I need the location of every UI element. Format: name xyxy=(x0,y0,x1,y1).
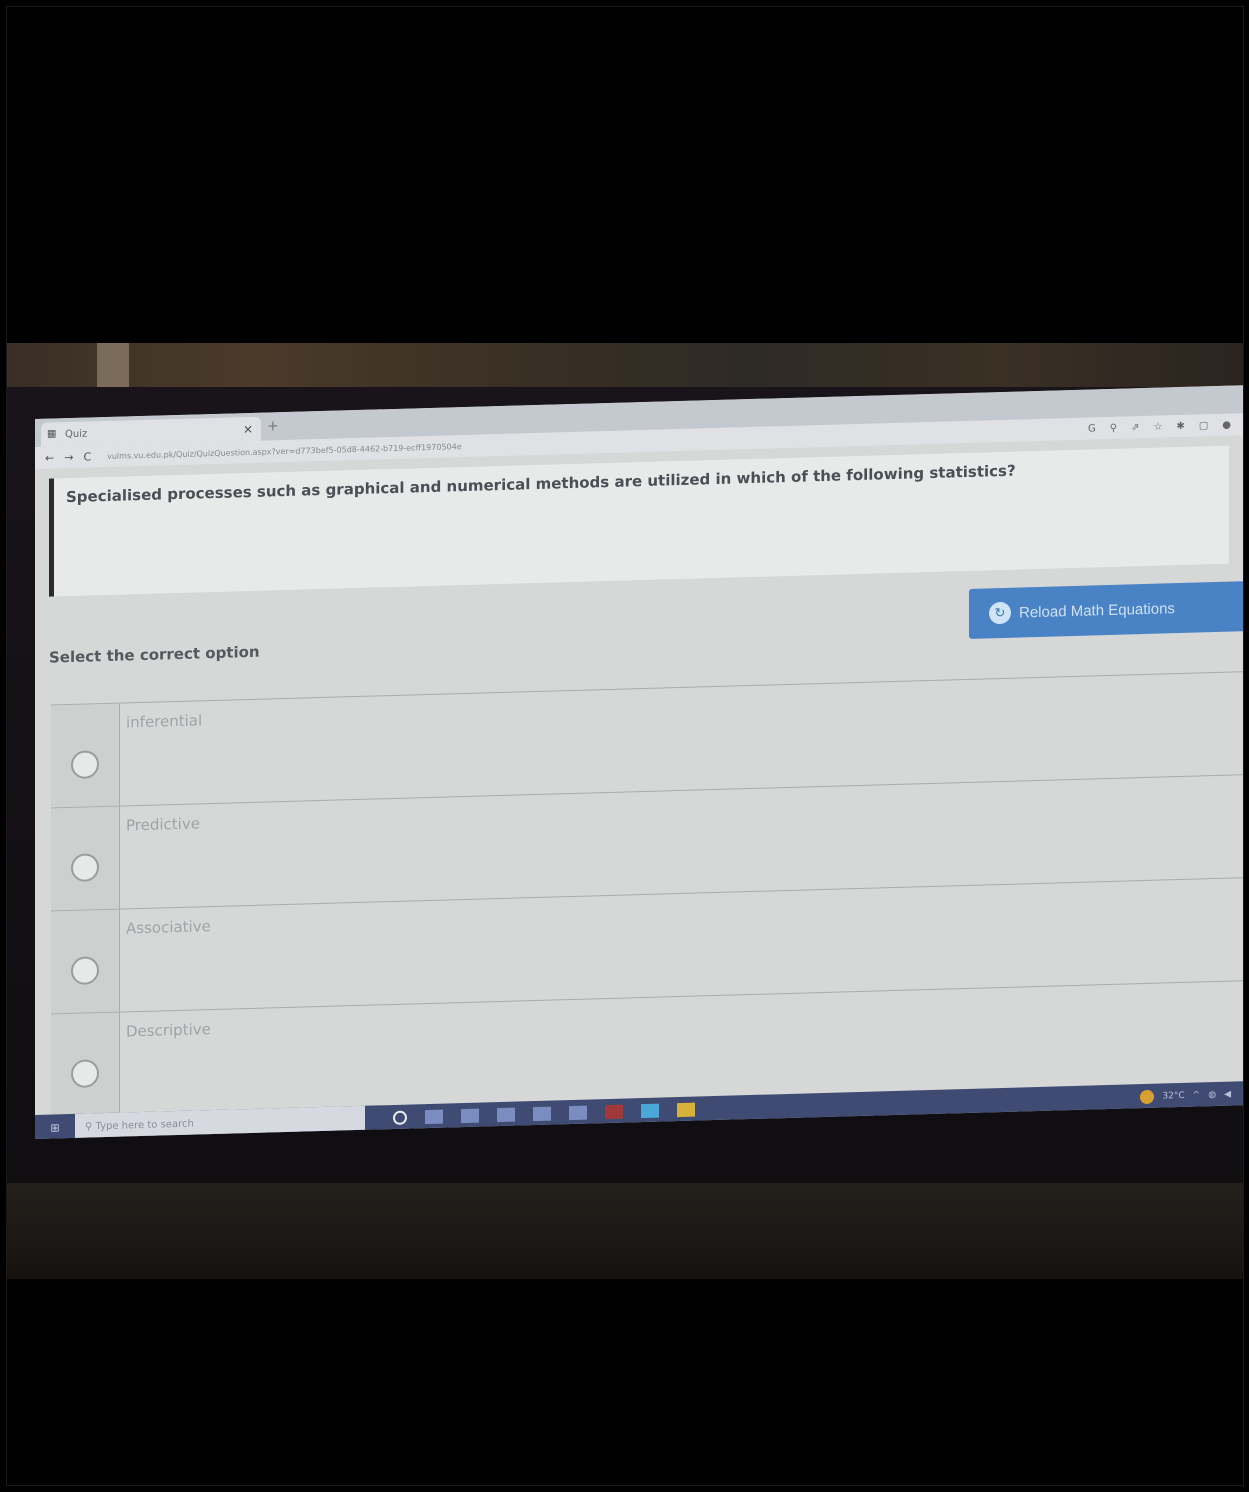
calculator-icon[interactable] xyxy=(569,1105,587,1121)
app-icon[interactable] xyxy=(605,1104,623,1120)
back-button[interactable]: ← xyxy=(45,451,54,464)
windows-start-icon[interactable]: ⊞ xyxy=(35,1114,75,1139)
tab-title: Quiz xyxy=(65,428,88,440)
desk-surface xyxy=(7,1183,1243,1279)
profile-icon[interactable]: ● xyxy=(1222,419,1231,430)
option-label: Associative xyxy=(126,917,211,938)
cortana-icon[interactable] xyxy=(393,1110,407,1126)
tray-chevron-icon[interactable]: ^ xyxy=(1193,1090,1201,1100)
google-icon[interactable]: G xyxy=(1088,423,1096,434)
zoom-icon[interactable]: ⚲ xyxy=(1110,422,1117,433)
extensions-icon[interactable]: ✱ xyxy=(1176,420,1184,431)
search-placeholder: Type here to search xyxy=(95,1118,194,1132)
screen-photo: ▦ Quiz × + ← → C vulms.vu.edu.pk/Quiz/Qu… xyxy=(7,343,1243,1279)
background-wall xyxy=(7,343,1243,387)
app-icon[interactable] xyxy=(641,1103,659,1119)
option-label: Descriptive xyxy=(126,1020,211,1041)
option-radio-cell[interactable] xyxy=(51,909,120,1014)
close-tab-icon[interactable]: × xyxy=(243,422,253,436)
option-radio[interactable] xyxy=(71,750,99,779)
url-field[interactable]: vulms.vu.edu.pk/Quiz/QuizQuestion.aspx?v… xyxy=(107,442,462,461)
sidepanel-icon[interactable]: ▢ xyxy=(1199,420,1208,431)
option-radio-cell[interactable] xyxy=(51,703,120,808)
forward-button[interactable]: → xyxy=(64,450,73,463)
answer-options: inferential Predictive Associative Descr… xyxy=(51,671,1243,1117)
option-radio[interactable] xyxy=(71,956,99,985)
temperature-text: 32°C xyxy=(1162,1090,1185,1102)
select-option-label: Select the correct option xyxy=(49,642,260,667)
weather-icon[interactable] xyxy=(1140,1089,1155,1105)
monitor-screen: ▦ Quiz × + ← → C vulms.vu.edu.pk/Quiz/Qu… xyxy=(35,385,1243,1139)
task-view-icon[interactable] xyxy=(425,1109,443,1125)
network-icon[interactable]: ◍ xyxy=(1208,1090,1216,1100)
option-radio[interactable] xyxy=(71,1059,99,1088)
reload-math-equations-button[interactable]: ↻ Reload Math Equations xyxy=(969,581,1243,639)
new-tab-button[interactable]: + xyxy=(267,418,279,434)
store-icon[interactable] xyxy=(497,1107,515,1123)
taskbar-apps xyxy=(393,1102,695,1126)
volume-icon[interactable]: ◀ xyxy=(1224,1090,1231,1100)
browser-toolbar-icons: G ⚲ ⇗ ☆ ✱ ▢ ● xyxy=(1088,414,1231,440)
system-tray: 32°C ^ ◍ ◀ xyxy=(1140,1082,1231,1111)
option-radio-cell[interactable] xyxy=(51,1012,120,1117)
option-label: Predictive xyxy=(126,814,200,835)
site-favicon-icon: ▦ xyxy=(47,428,57,440)
reload-page-button[interactable]: C xyxy=(83,450,91,463)
mail-icon[interactable] xyxy=(461,1108,479,1124)
photo-frame: ▦ Quiz × + ← → C vulms.vu.edu.pk/Quiz/Qu… xyxy=(6,6,1244,1486)
file-explorer-icon[interactable] xyxy=(533,1106,551,1122)
reload-icon: ↻ xyxy=(989,601,1011,625)
option-radio[interactable] xyxy=(71,853,99,882)
share-icon[interactable]: ⇗ xyxy=(1131,422,1139,433)
chrome-icon[interactable] xyxy=(677,1102,695,1118)
wall-post xyxy=(97,343,129,387)
option-radio-cell[interactable] xyxy=(51,806,120,911)
bookmark-star-icon[interactable]: ☆ xyxy=(1153,421,1162,432)
option-label: inferential xyxy=(126,711,203,732)
search-icon: ⚲ xyxy=(85,1120,96,1133)
reload-button-label: Reload Math Equations xyxy=(1019,599,1175,622)
question-box: Specialised processes such as graphical … xyxy=(49,445,1229,597)
